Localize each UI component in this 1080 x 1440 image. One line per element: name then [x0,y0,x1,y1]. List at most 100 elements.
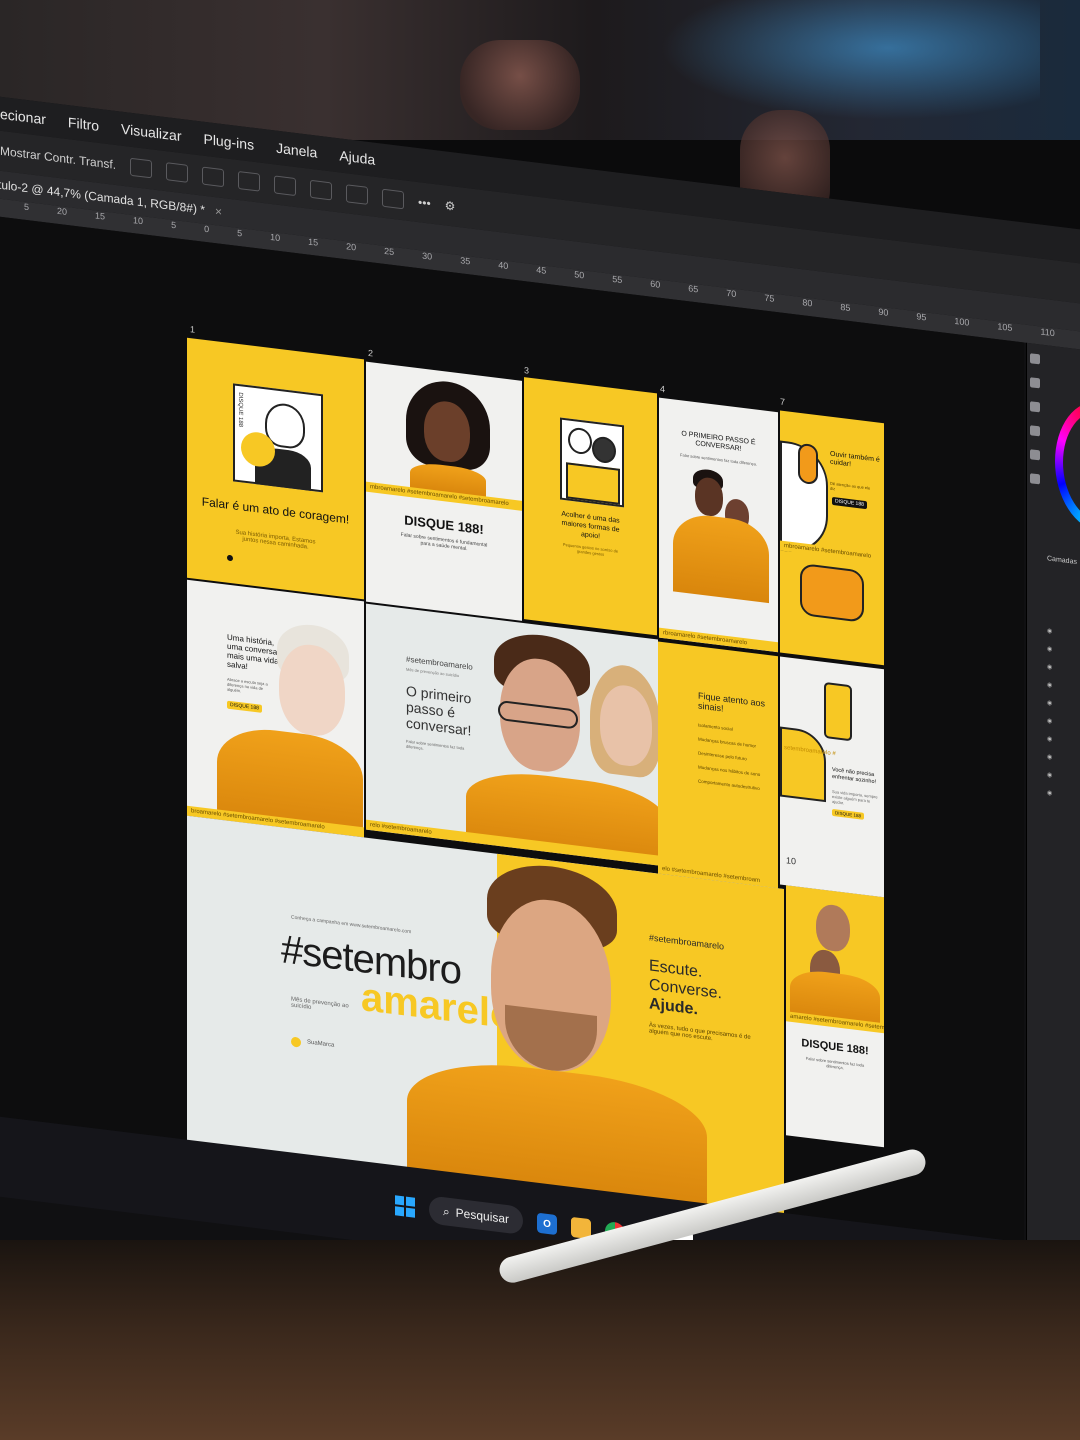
properties-icon[interactable] [1030,449,1040,461]
layer-row[interactable]: ◉2 [1047,771,1080,783]
layer-row[interactable]: ◉1 [1047,789,1080,801]
illustration-head [592,435,616,465]
outlook-icon[interactable]: O [537,1212,558,1236]
show-transform-controls-label[interactable]: Mostrar Contr. Transf. [0,144,116,172]
eye-icon[interactable]: ◉ [1047,663,1052,671]
artboard-number: 1 [190,324,196,335]
layer-row[interactable]: ◉8 [1047,663,1080,675]
eye-icon[interactable]: ◉ [1047,735,1052,743]
brand-name: SuaMarca [307,1039,335,1049]
post-tile-historia[interactable]: Uma história, uma conversa, mais uma vid… [187,579,364,838]
taskbar-search-label: Pesquisar [455,1205,510,1227]
signs-list: Isolamento social Mudanças bruscas de hu… [698,718,764,796]
post-tile-sinais[interactable]: Fique atento aos sinais! Isolamento soci… [658,641,778,889]
menu-item-filtro[interactable]: Filtro [68,114,99,134]
ruler-mark: 100 [954,315,970,328]
post-tile-disque-woman[interactable]: mbroamarelo #setembroamarelo #setembroam… [366,361,522,621]
layer-row[interactable]: ◉7 [1047,681,1080,693]
eye-icon[interactable]: ◉ [1047,627,1052,635]
close-tab-icon[interactable]: × [215,204,222,219]
post-tile-ouvir[interactable]: Ouvir também é cuidar! Dê atenção ao que… [780,410,884,666]
ruler-mark: 65 [688,283,699,295]
illustration-arm [780,726,826,803]
ruler-mark: 10 [270,231,281,244]
character-icon[interactable] [1030,473,1040,485]
post-tile-acolher[interactable]: Acolher é uma das maiores formas de apoi… [524,377,657,636]
ruler-mark: 0 [204,223,210,235]
ruler-mark: 55 [612,273,623,286]
taskbar-search[interactable]: ⌕ Pesquisar [428,1195,524,1235]
align-center-icon[interactable] [166,162,189,183]
paragraph-icon[interactable] [1030,425,1040,437]
eye-icon[interactable]: ◉ [1047,645,1052,653]
ruler-mark: 80 [802,297,813,309]
tile-heading: Ouvir também é cuidar! [830,450,880,469]
tile-subtext: Abrace a escuta seja a diferença na vida… [227,676,268,694]
align-left-icon[interactable] [130,157,153,179]
ruler-mark: 10 [133,215,144,227]
illustration-head [568,426,592,456]
distribute-icon[interactable] [238,170,261,192]
eye-icon[interactable]: ◉ [1047,771,1052,779]
tile-subtext: Falar sobre sentimentos faz toda diferen… [406,738,465,751]
ruler-mark: 25 [384,245,395,258]
more-options-icon[interactable]: ••• [418,195,431,211]
tile-heading: Fique atento aos sinais! [698,690,766,714]
distribute-vertical-icon[interactable] [382,188,405,210]
align-top-icon[interactable] [274,175,297,197]
align-bottom-icon[interactable] [346,184,369,205]
post-tile-primeiro-passo[interactable]: O PRIMEIRO PASSO É CONVERSAR! Falar sobr… [659,397,778,653]
menu-item-selecionar[interactable]: ecionar [0,106,46,128]
post-tile-primeiro-passo-wide[interactable]: #setembroamarelo Mês de prevenção ao sui… [366,603,658,866]
artboard-number: 4 [660,383,666,395]
post-tile-disque-couple[interactable]: amarelo #setembroamarelo #setembroama DI… [786,885,884,1148]
tile-subtext: Sua vida importa, sempre existe alguém p… [832,788,878,806]
ruler-mark: 30 [422,250,433,262]
color-wheel[interactable] [1055,396,1080,538]
history-icon[interactable] [1030,401,1040,413]
post-tile-nao-sozinho[interactable]: setembroamarelo # Você não precisa enfre… [780,656,884,898]
play-icon[interactable] [1030,353,1040,365]
eye-icon[interactable]: ◉ [1047,753,1052,761]
align-middle-icon[interactable] [310,179,333,201]
illustration-hug [560,417,624,508]
layer-row[interactable]: ◉6 [1047,699,1080,711]
disque-badge: DISQUE 188 [227,700,262,713]
layer-row[interactable]: ◉5 [1047,717,1080,729]
ruler-mark: 5 [171,219,177,231]
ruler-mark: 20 [346,241,357,253]
menu-item-plugins[interactable]: Plug-ins [203,131,254,153]
eye-icon[interactable]: ◉ [1047,789,1052,797]
ruler-mark: 35 [460,255,471,267]
canvas-workspace[interactable]: 1 2 3 4 7 DISQUE 188 Falar é um ato de c… [0,216,1024,1243]
layer-row[interactable]: ◉10 [1047,627,1080,639]
panel-tool-column [1027,353,1043,485]
layers-panel-title[interactable]: Camadas [1047,555,1077,566]
cta-list: Escute. Converse. Ajude. [649,956,722,1022]
layer-row[interactable]: ◉9 [1047,645,1080,657]
brand-dot [227,554,233,562]
adjust-icon[interactable] [1030,377,1040,389]
ruler-mark: 105 [997,321,1013,334]
artboard-number: 10 [786,855,797,867]
layer-row[interactable]: ◉3 [1047,753,1080,765]
windows-start-icon[interactable] [394,1195,415,1218]
eye-icon[interactable]: ◉ [1047,681,1052,689]
eye-icon[interactable]: ◉ [1047,717,1052,725]
tile-heading: Você não precisa enfrentar sozinho! [832,766,877,786]
eye-icon[interactable]: ◉ [1047,699,1052,707]
artboard-number: 7 [780,396,786,408]
post-tile-falar[interactable]: DISQUE 188 Falar é um ato de coragem! Su… [187,337,364,600]
monitor-screen: ecionar Filtro Visualizar Plug-ins Janel… [0,96,1080,1412]
tile-subtext: Dê atenção ao que ele diz [830,480,871,492]
menu-item-janela[interactable]: Janela [276,140,317,161]
menu-item-ajuda[interactable]: Ajuda [339,147,375,167]
gear-icon[interactable]: ⚙ [445,198,456,213]
menu-item-visualizar[interactable]: Visualizar [121,121,181,144]
ruler-mark: 40 [498,259,509,272]
hashtag-strip: mbroamarelo #setembroamarelo [780,540,884,564]
align-right-icon[interactable] [202,166,225,188]
layer-row[interactable]: ◉4 [1047,735,1080,747]
artboard-number: 2 [368,347,374,359]
right-panels: Camadas ◉10 ◉9 ◉8 ◉7 ◉6 ◉5 ◉4 ◉3 ◉2 ◉1 [1026,342,1080,1252]
